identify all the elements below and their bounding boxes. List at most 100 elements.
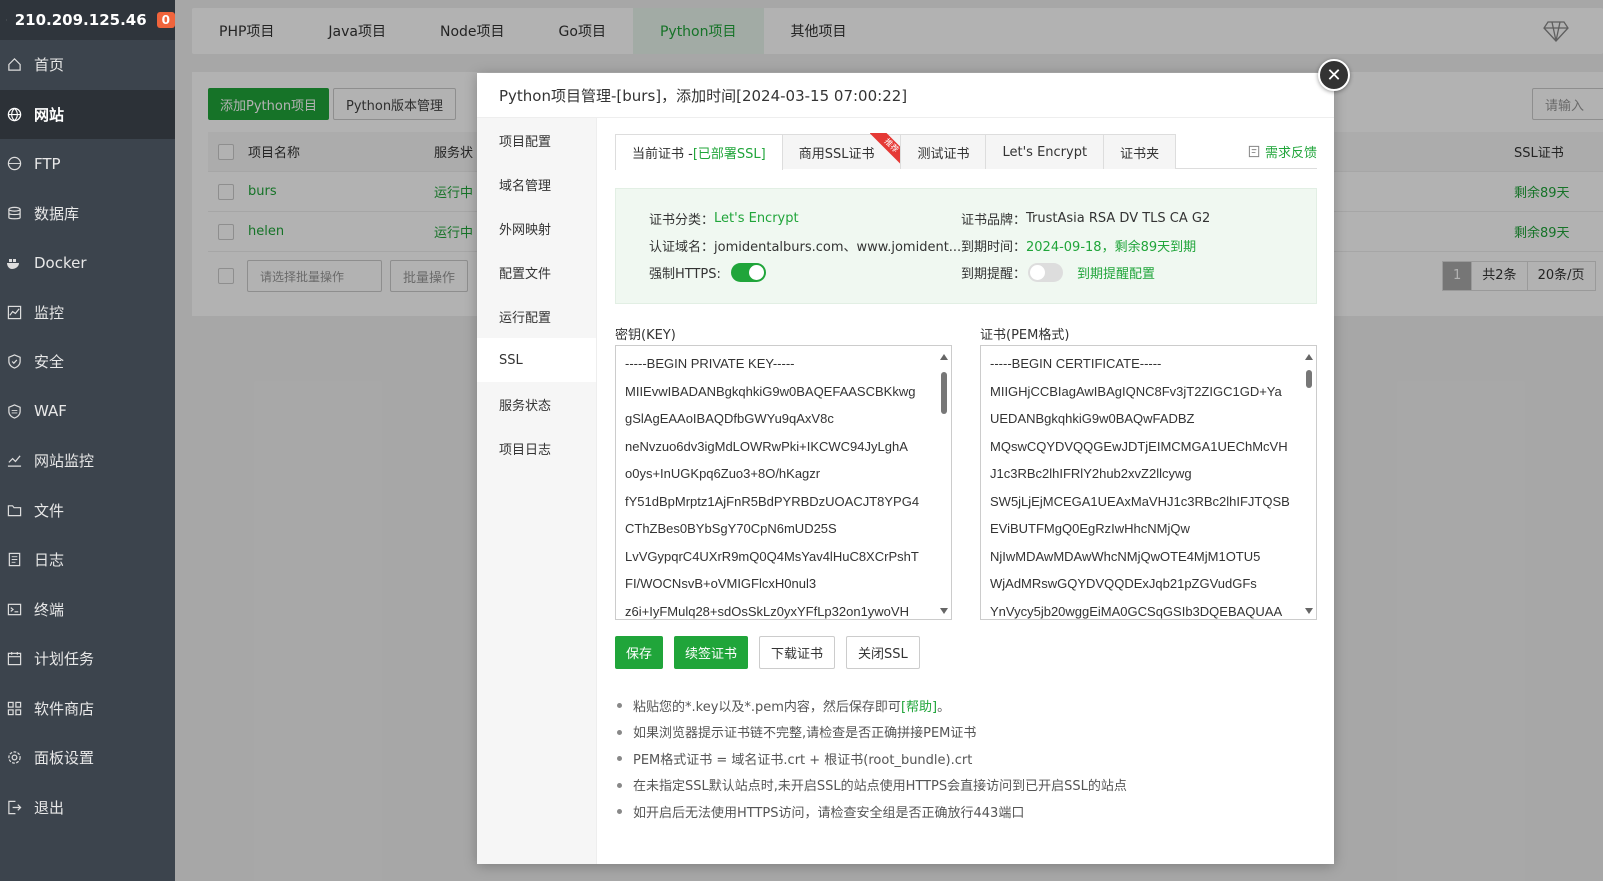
key-line: LvVGypqrC4UXrR9mQ0Q4MsYav4lHuC8XCrPshT bbox=[625, 548, 919, 564]
menu-ssl[interactable]: SSL bbox=[477, 338, 596, 382]
sidebar-item-home[interactable]: 首页 bbox=[0, 40, 175, 90]
sidebar-item-store[interactable]: 软件商店 bbox=[0, 684, 175, 734]
sidebar-item-monitor[interactable]: 监控 bbox=[0, 288, 175, 338]
pem-line: -----BEGIN CERTIFICATE----- bbox=[990, 356, 1162, 371]
scroll-thumb[interactable] bbox=[1306, 370, 1312, 388]
sidebar-item-waf[interactable]: WAF bbox=[0, 387, 175, 437]
sidebar-item-label: 网站监控 bbox=[34, 452, 95, 471]
force-https-toggle[interactable] bbox=[730, 263, 766, 282]
pem-line: EViBUTFMgQ0EgRzIwHhcNMjQw bbox=[990, 521, 1190, 536]
expire-remind: 到期提醒： 到期提醒配置 bbox=[961, 259, 1155, 286]
ssl-tips: 粘贴您的*.key以及*.pem内容，然后保存即可 [帮助] 。 如果浏览器提示… bbox=[615, 692, 1127, 825]
cert-brand-value: TrustAsia RSA DV TLS CA G2 bbox=[1026, 211, 1211, 226]
key-line: o0ys+InUGKpq6Zuo3+8O/hKagzr bbox=[625, 466, 821, 481]
sidebar-item-label: 首页 bbox=[34, 56, 65, 75]
cert-domain: 认证域名： jomidentalburs.com、www.jomident... bbox=[649, 232, 961, 259]
feedback-link[interactable]: 需求反馈 bbox=[1248, 142, 1317, 161]
pem-line: NjIwMDAwMDAwWhcNMjQwOTE4MjM1OTU5 bbox=[990, 548, 1261, 564]
cert-expire-label: 到期时间： bbox=[961, 240, 1027, 255]
sidebar-item-label: 终端 bbox=[34, 600, 65, 619]
sidebar-item-website[interactable]: 网站 bbox=[0, 89, 175, 139]
tip-item: PEM格式证书 = 域名证书.crt + 根证书(root_bundle).cr… bbox=[615, 745, 1127, 772]
renew-cert-button[interactable]: 续签证书 bbox=[674, 636, 749, 669]
tab-current-cert[interactable]: 当前证书 - [已部署SSL] bbox=[615, 134, 783, 170]
tab-test-cert[interactable]: 测试证书 bbox=[900, 134, 987, 169]
sidebar-item-label: 安全 bbox=[34, 353, 65, 372]
scroll-thumb[interactable] bbox=[941, 372, 947, 414]
sidebar-item-docker[interactable]: Docker bbox=[0, 238, 175, 288]
sidebar-item-logout[interactable]: 退出 bbox=[0, 783, 175, 833]
server-ip: 210.209.125.46 bbox=[14, 11, 147, 29]
scroll-down-icon[interactable] bbox=[940, 608, 948, 614]
recommend-ribbon-label: 推荐 bbox=[870, 133, 905, 167]
sidebar-item-label: Docker bbox=[34, 253, 87, 272]
sidebar-item-cron[interactable]: 计划任务 bbox=[0, 634, 175, 684]
menu-config-file[interactable]: 配置文件 bbox=[477, 250, 596, 294]
key-line: -----BEGIN PRIVATE KEY----- bbox=[625, 356, 795, 371]
cert-expire: 到期时间： 2024-09-18，剩余89天到期 bbox=[961, 232, 1196, 259]
tip-text: 粘贴您的*.key以及*.pem内容，然后保存即可 bbox=[633, 699, 901, 715]
database-icon bbox=[6, 205, 22, 221]
dialog-side-menu: 项目配置 域名管理 外网映射 配置文件 运行配置 SSL 服务状态 项目日志 bbox=[477, 118, 597, 864]
sidebar-item-logs[interactable]: 日志 bbox=[0, 535, 175, 585]
sidebar-item-label: FTP bbox=[34, 154, 61, 173]
menu-domain[interactable]: 域名管理 bbox=[477, 162, 596, 206]
scroll-up-icon[interactable] bbox=[940, 354, 948, 360]
key-textarea[interactable]: -----BEGIN PRIVATE KEY----- MIIEvwIBADAN… bbox=[615, 345, 952, 620]
chart-icon bbox=[6, 453, 22, 469]
save-button[interactable]: 保存 bbox=[615, 636, 664, 669]
expire-remind-config-link[interactable]: 到期提醒配置 bbox=[1077, 263, 1155, 282]
cert-category-value: Let's Encrypt bbox=[714, 211, 799, 226]
sidebar-item-label: WAF bbox=[34, 402, 67, 421]
pem-line: MQswCQYDVQQGEwJDTjEIMCMGA1UEChMcVH bbox=[990, 438, 1288, 454]
key-scrollbar[interactable] bbox=[939, 350, 949, 616]
key-line: z6i+IyFMulq28+sdOsSkLz0yxYFfLp32on1ywoVH bbox=[625, 603, 909, 619]
tab-current-cert-status: [已部署SSL] bbox=[692, 147, 766, 162]
project-manage-dialog: Python项目管理-[burs]，添加时间[2024-03-15 07:00:… bbox=[477, 73, 1334, 864]
sidebar-item-terminal[interactable]: 终端 bbox=[0, 585, 175, 635]
tab-cert-folder[interactable]: 证书夹 bbox=[1103, 134, 1177, 169]
tip-item: 粘贴您的*.key以及*.pem内容，然后保存即可 [帮助] 。 bbox=[615, 692, 1127, 719]
download-cert-button[interactable]: 下载证书 bbox=[759, 636, 836, 669]
close-dialog-button[interactable]: ✕ bbox=[1318, 59, 1350, 91]
menu-project-log[interactable]: 项目日志 bbox=[477, 426, 596, 470]
notification-badge[interactable]: 0 bbox=[156, 12, 175, 28]
cert-brand-label: 证书品牌： bbox=[961, 213, 1027, 228]
help-link[interactable]: [帮助] bbox=[901, 696, 937, 715]
menu-external-mapping[interactable]: 外网映射 bbox=[477, 206, 596, 250]
tab-letsencrypt[interactable]: Let's Encrypt bbox=[985, 134, 1105, 169]
monitor-icon bbox=[6, 304, 22, 320]
sidebar-item-security[interactable]: 安全 bbox=[0, 337, 175, 387]
close-ssl-button[interactable]: 关闭SSL bbox=[846, 636, 920, 669]
folder-icon bbox=[6, 502, 22, 518]
edit-icon bbox=[1248, 145, 1260, 158]
sidebar-item-files[interactable]: 文件 bbox=[0, 486, 175, 536]
pem-textarea[interactable]: -----BEGIN CERTIFICATE----- MIIGHjCCBIag… bbox=[980, 345, 1317, 620]
calendar-icon bbox=[6, 651, 22, 667]
sidebar-item-label: 网站 bbox=[34, 105, 65, 124]
expire-remind-toggle[interactable] bbox=[1028, 263, 1064, 282]
menu-run-config[interactable]: 运行配置 bbox=[477, 294, 596, 338]
scroll-down-icon[interactable] bbox=[1305, 608, 1313, 614]
tab-commercial-ssl[interactable]: 商用SSL证书 推荐 bbox=[781, 133, 905, 169]
menu-service-status[interactable]: 服务状态 bbox=[477, 382, 596, 426]
close-icon: ✕ bbox=[1326, 64, 1342, 86]
key-line: gSlAgEAAoIBAQDfbGWYu9qAxV8c bbox=[625, 411, 834, 426]
sidebar-item-settings[interactable]: 面板设置 bbox=[0, 733, 175, 783]
sidebar-item-label: 计划任务 bbox=[34, 650, 95, 669]
sidebar-item-database[interactable]: 数据库 bbox=[0, 189, 175, 239]
sidebar-item-site-monitor[interactable]: 网站监控 bbox=[0, 436, 175, 486]
pem-line: SW5jLjEjMCEGA1UEAxMaVHJ1c3RBc2lhIFJTQSB bbox=[990, 493, 1290, 509]
key-line: CThZBes0BYbSgY70CpN6mUD25S bbox=[625, 521, 837, 536]
ssl-actions: 保存 续签证书 下载证书 关闭SSL bbox=[615, 636, 931, 669]
key-line: MIIEvwIBADANBgkqhkiG9w0BAQEFAASCBKkwg bbox=[625, 383, 916, 399]
scroll-up-icon[interactable] bbox=[1305, 354, 1313, 360]
sidebar-item-ftp[interactable]: FTP bbox=[0, 139, 175, 189]
pem-scrollbar[interactable] bbox=[1304, 350, 1314, 616]
tip-text: 。 bbox=[937, 699, 951, 715]
sidebar-item-label: 退出 bbox=[34, 798, 65, 817]
tip-item: 在未指定SSL默认站点时,未开启SSL的站点使用HTTPS会直接访问到已开启SS… bbox=[615, 772, 1127, 799]
tab-current-cert-label: 当前证书 - bbox=[632, 147, 693, 162]
sidebar-item-label: 数据库 bbox=[34, 204, 80, 223]
menu-project-config[interactable]: 项目配置 bbox=[477, 118, 596, 162]
